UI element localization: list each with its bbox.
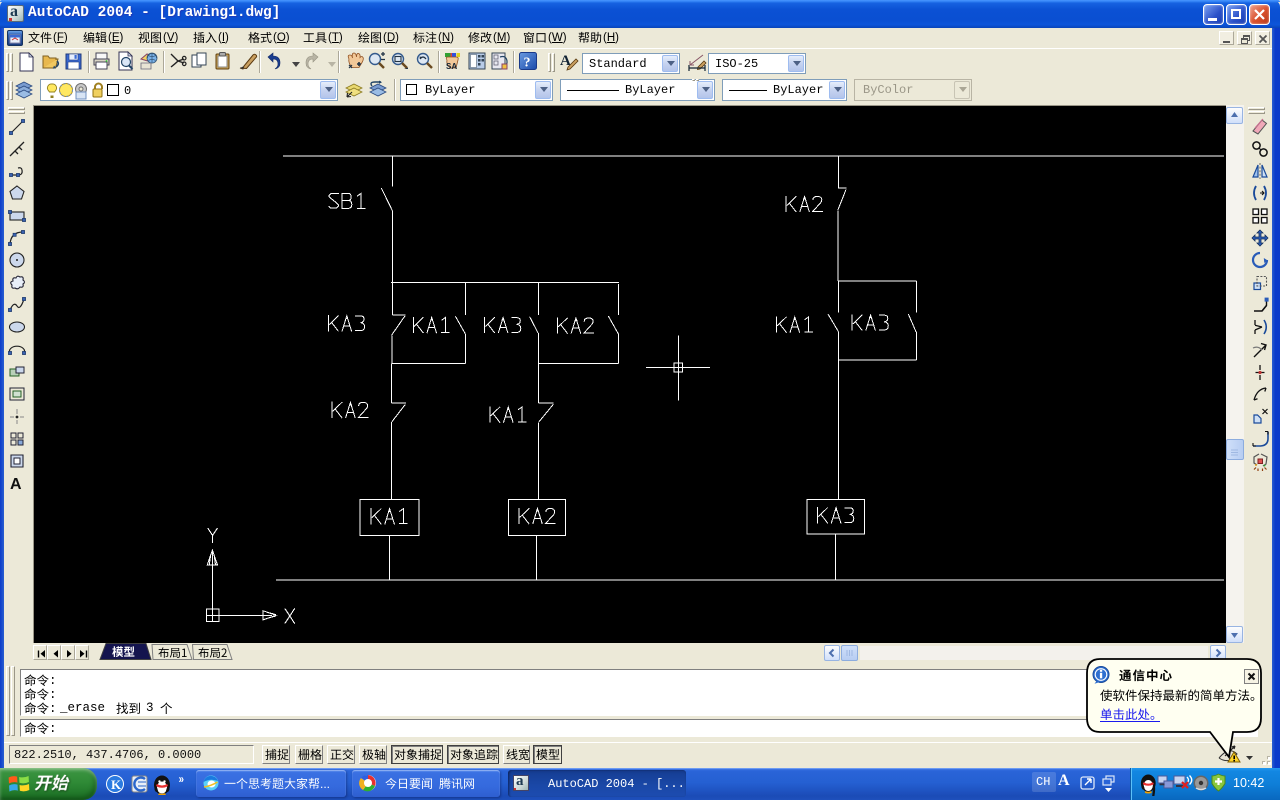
svg-text:?: ? <box>524 56 531 71</box>
svg-text:K: K <box>111 777 122 792</box>
svg-text:A: A <box>10 476 22 493</box>
svg-text:SA: SA <box>446 62 457 71</box>
